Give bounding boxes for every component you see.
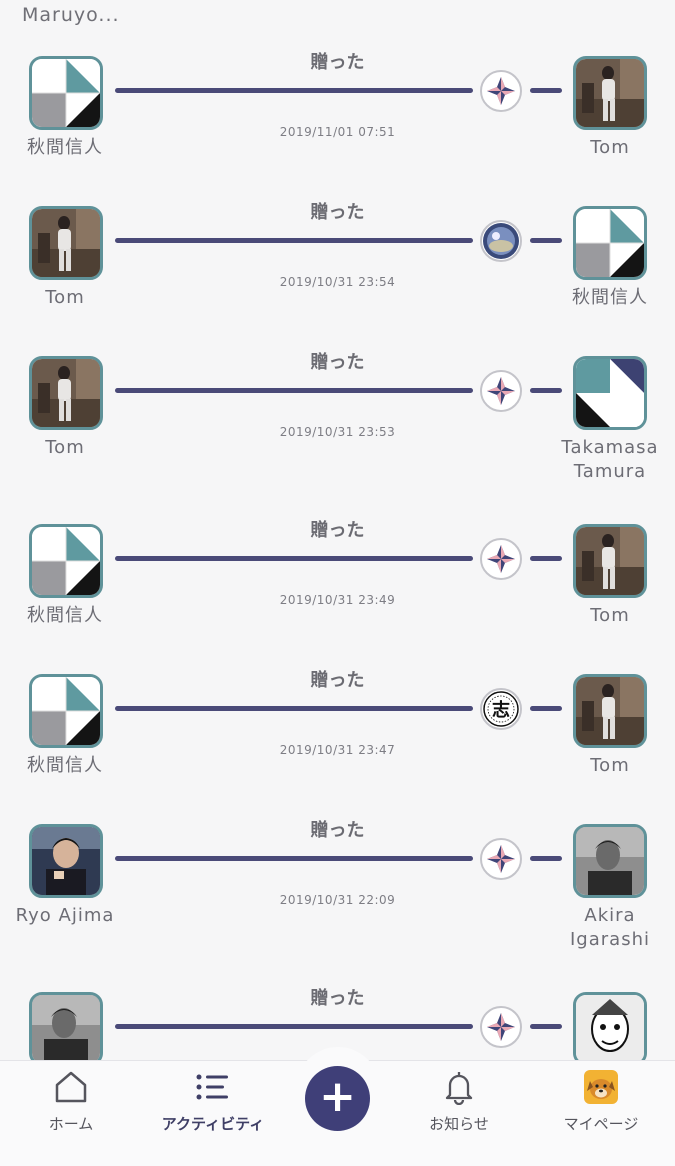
tab-notifications-label: お知らせ [429,1115,489,1133]
home-icon [55,1071,87,1103]
connector-line-short [530,556,562,561]
add-button[interactable]: + [305,1066,370,1131]
tab-home-label: ホーム [48,1115,94,1133]
recipient-avatar[interactable] [573,674,647,748]
bottom-tab-bar: ホーム アクティビティ + お知らせ マイページ [0,1047,675,1166]
dog-avatar-icon [584,1070,618,1104]
tab-mypage[interactable]: マイページ [546,1069,656,1134]
recipient-name[interactable]: 秋間信人 [545,286,675,310]
recipient-avatar[interactable] [573,992,647,1060]
tab-home[interactable]: ホーム [16,1069,126,1134]
sender-avatar[interactable] [29,206,103,280]
activity-item[interactable]: 贈った 2019/10/31 22:09 Ryo Ajima Akira Igaras… [0,816,675,966]
sender-name[interactable]: Ryo Ajima [0,904,130,928]
tab-activity[interactable]: アクティビティ [158,1069,268,1134]
recipient-avatar[interactable] [573,206,647,280]
recipient-name[interactable]: Tom [545,604,675,628]
truncated-user-name: Maruyo... [22,4,120,26]
sender-name[interactable]: 秋間信人 [0,136,130,160]
recipient-name[interactable]: Tom [545,754,675,778]
recipient-avatar[interactable] [573,56,647,130]
connector-line [115,556,473,561]
connector-line [115,238,473,243]
activity-item[interactable]: 贈った 2019/10/31 23:49 秋間信人 Tom [0,516,675,666]
connector-line [115,1024,473,1029]
sender-name[interactable]: 秋間信人 [0,604,130,628]
sender-avatar[interactable] [29,524,103,598]
recipient-name[interactable]: Tom [545,136,675,160]
shuriken-icon[interactable] [480,538,522,580]
shuriken-icon[interactable] [480,70,522,112]
sender-avatar[interactable] [29,992,103,1060]
sender-avatar[interactable] [29,824,103,898]
svg-text:志: 志 [492,699,510,721]
sender-name[interactable]: Tom [0,286,130,310]
connector-line-short [530,238,562,243]
shuriken-icon[interactable] [480,1006,522,1048]
shuriken-icon[interactable] [480,838,522,880]
connector-line-short [530,1024,562,1029]
tab-activity-label: アクティビティ [161,1115,265,1133]
shuriken-icon[interactable] [480,370,522,412]
connector-line [115,856,473,861]
recipient-name[interactable]: Akira Igarashi [545,904,675,952]
globe-photo-icon[interactable] [480,220,522,262]
tab-notifications[interactable]: お知らせ [404,1069,514,1134]
connector-line [115,88,473,93]
recipient-avatar[interactable] [573,824,647,898]
activity-item[interactable]: 贈った 2019/10/31 23:47 秋間信人 Tom 志 [0,666,675,816]
sender-name[interactable]: 秋間信人 [0,754,130,778]
recipient-avatar[interactable] [573,524,647,598]
sender-avatar[interactable] [29,356,103,430]
activity-item[interactable]: 贈った 2019/10/31 23:54 Tom 秋間信人 [0,198,675,348]
activity-item[interactable]: 贈った 2019/11/01 07:51 秋間信人 Tom [0,48,675,198]
connector-line-short [530,388,562,393]
activity-feed: Maruyo... 贈った 2019/11/01 07:51 秋間信人 Tom 贈った 2… [0,0,675,1060]
connector-line [115,388,473,393]
sender-name[interactable]: Tom [0,436,130,460]
connector-line-short [530,88,562,93]
connector-line-short [530,706,562,711]
sender-avatar[interactable] [29,56,103,130]
activity-item[interactable]: 贈った 2019/10/31 23:53 Tom Takamasa Tamura [0,348,675,498]
kanji-stamp-icon[interactable]: 志 [480,688,522,730]
sender-avatar[interactable] [29,674,103,748]
recipient-avatar[interactable] [573,356,647,430]
tab-mypage-label: マイページ [563,1115,639,1133]
connector-line-short [530,856,562,861]
recipient-name[interactable]: Takamasa Tamura [545,436,675,484]
list-icon [196,1074,228,1100]
bell-icon [445,1072,473,1105]
connector-line [115,706,473,711]
